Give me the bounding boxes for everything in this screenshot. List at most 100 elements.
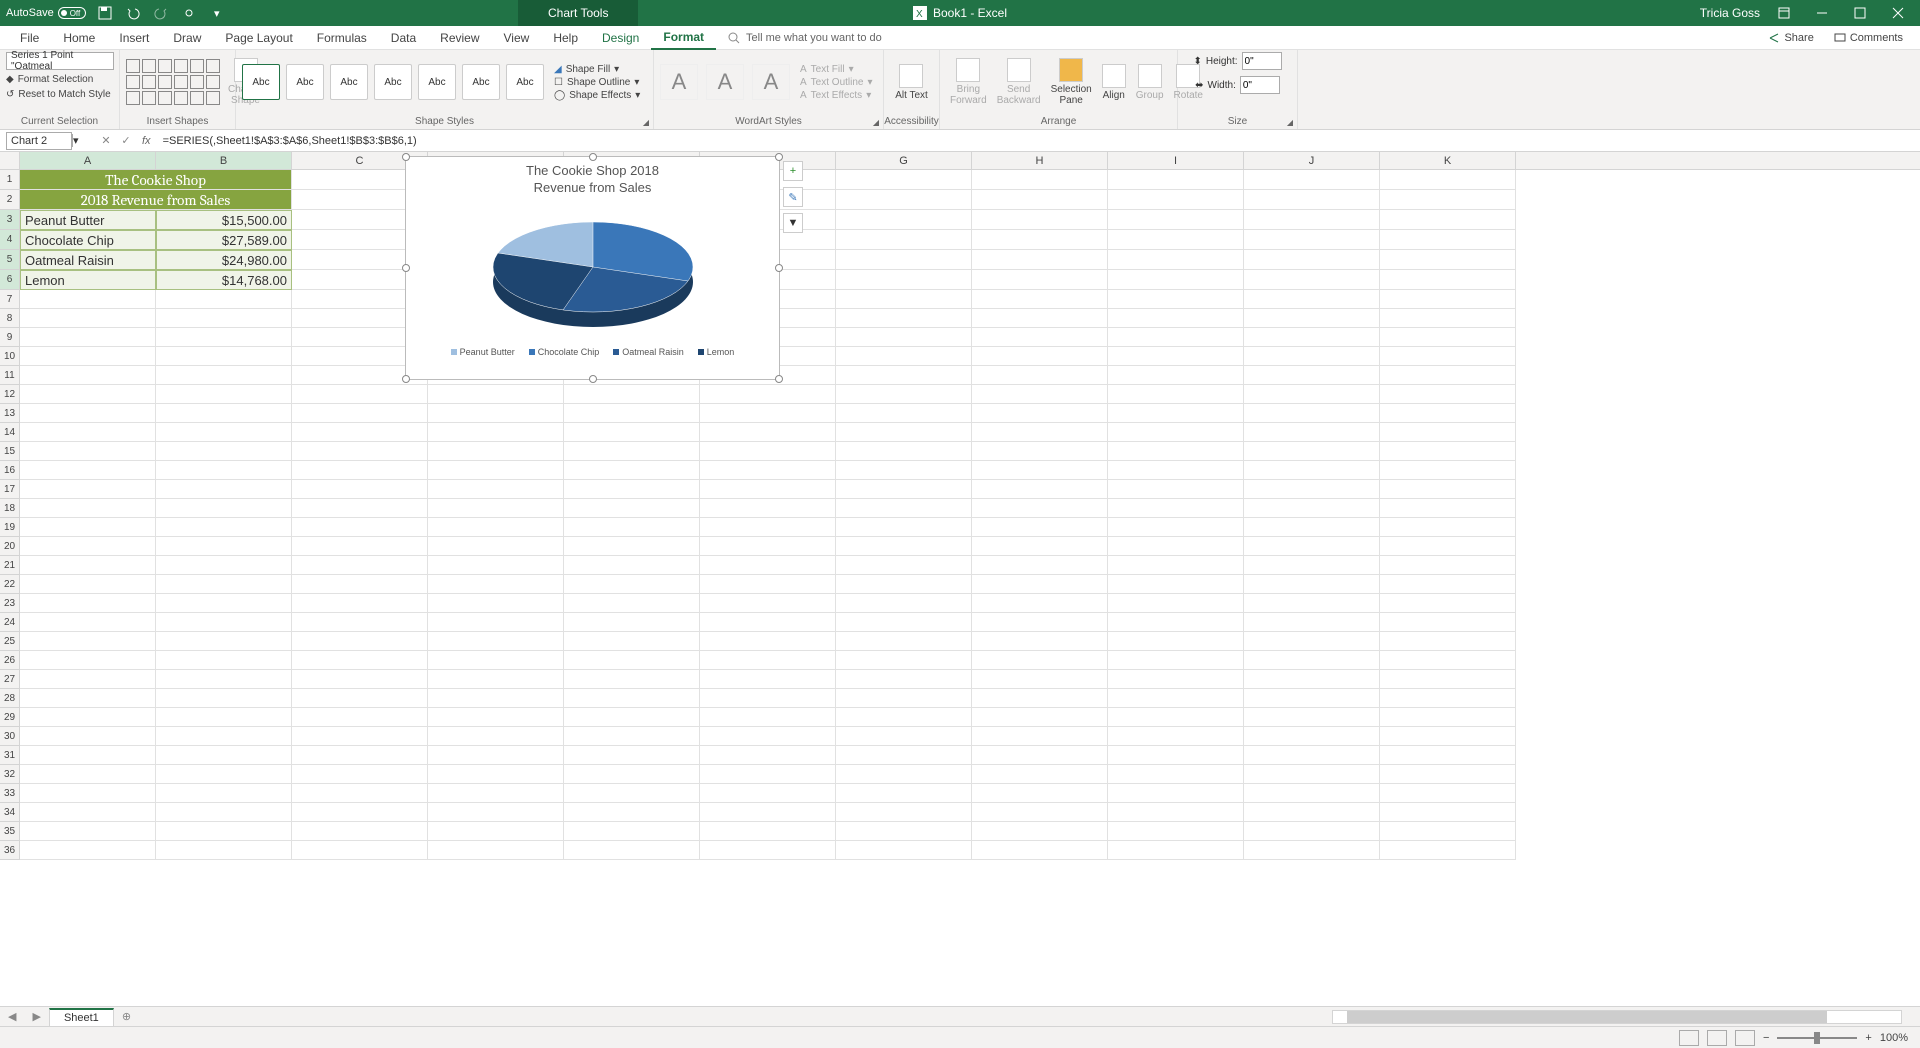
cell[interactable] xyxy=(972,309,1108,328)
chart-elements-button[interactable]: + xyxy=(783,161,803,181)
cell[interactable] xyxy=(1108,366,1244,385)
cell[interactable] xyxy=(1108,461,1244,480)
minimize-icon[interactable] xyxy=(1808,0,1836,26)
cell[interactable] xyxy=(156,765,292,784)
cell[interactable] xyxy=(20,423,156,442)
cell[interactable] xyxy=(292,461,428,480)
format-selection-button[interactable]: ◆Format Selection xyxy=(6,74,93,85)
cell[interactable] xyxy=(1108,651,1244,670)
row-header[interactable]: 25 xyxy=(0,632,20,651)
cell[interactable] xyxy=(1108,613,1244,632)
cell[interactable] xyxy=(836,461,972,480)
cell[interactable] xyxy=(564,651,700,670)
cell[interactable] xyxy=(156,841,292,860)
qat-customize-icon[interactable]: ▾ xyxy=(208,4,226,22)
cell[interactable] xyxy=(292,727,428,746)
cell[interactable] xyxy=(428,480,564,499)
cell[interactable] xyxy=(292,670,428,689)
cell[interactable] xyxy=(1244,765,1380,784)
row-header[interactable]: 6 xyxy=(0,270,20,290)
cell[interactable] xyxy=(20,708,156,727)
cell[interactable] xyxy=(1244,575,1380,594)
cell[interactable] xyxy=(428,651,564,670)
zoom-slider[interactable] xyxy=(1777,1037,1857,1039)
height-input-row[interactable]: ⬍Height: xyxy=(1193,52,1281,70)
cell[interactable] xyxy=(564,670,700,689)
cell[interactable] xyxy=(564,784,700,803)
cell[interactable] xyxy=(20,518,156,537)
cell[interactable] xyxy=(156,290,292,309)
cell[interactable] xyxy=(1244,613,1380,632)
cell[interactable] xyxy=(20,556,156,575)
share-button[interactable]: Share xyxy=(1761,29,1820,47)
cell[interactable] xyxy=(156,632,292,651)
cell[interactable] xyxy=(292,708,428,727)
shape-fill-button[interactable]: ◢Shape Fill ▾ xyxy=(554,64,640,75)
cell[interactable] xyxy=(1244,423,1380,442)
cell[interactable] xyxy=(836,537,972,556)
name-box-dropdown[interactable]: ▾ xyxy=(72,134,86,147)
cell[interactable] xyxy=(156,803,292,822)
row-header[interactable]: 17 xyxy=(0,480,20,499)
cell[interactable] xyxy=(1108,290,1244,309)
cell[interactable] xyxy=(20,746,156,765)
cell[interactable] xyxy=(1380,518,1516,537)
row-header[interactable]: 3 xyxy=(0,210,20,230)
cell[interactable] xyxy=(700,746,836,765)
cell[interactable] xyxy=(20,803,156,822)
tab-view[interactable]: View xyxy=(492,26,542,50)
cell[interactable] xyxy=(292,746,428,765)
cell[interactable] xyxy=(156,727,292,746)
cell[interactable] xyxy=(292,518,428,537)
cell[interactable] xyxy=(20,689,156,708)
cell[interactable] xyxy=(1380,347,1516,366)
cell[interactable] xyxy=(972,385,1108,404)
cell[interactable] xyxy=(428,575,564,594)
cell[interactable] xyxy=(156,461,292,480)
touch-mode-icon[interactable] xyxy=(180,4,198,22)
cell[interactable] xyxy=(1108,309,1244,328)
cell[interactable] xyxy=(1380,803,1516,822)
maximize-icon[interactable] xyxy=(1846,0,1874,26)
row-header[interactable]: 5 xyxy=(0,250,20,270)
cell[interactable] xyxy=(564,594,700,613)
cell[interactable] xyxy=(836,670,972,689)
cell[interactable] xyxy=(836,651,972,670)
cell[interactable]: Peanut Butter xyxy=(20,210,156,230)
cell[interactable] xyxy=(1244,347,1380,366)
cell[interactable] xyxy=(836,689,972,708)
cell[interactable]: Oatmeal Raisin xyxy=(20,250,156,270)
cell[interactable] xyxy=(156,442,292,461)
chart-object[interactable]: The Cookie Shop 2018 Revenue from Sales xyxy=(405,156,780,380)
cell[interactable] xyxy=(156,746,292,765)
cell[interactable] xyxy=(428,784,564,803)
select-all-corner[interactable] xyxy=(0,152,20,169)
cell[interactable] xyxy=(836,803,972,822)
cell[interactable] xyxy=(700,784,836,803)
col-header[interactable]: G xyxy=(836,152,972,169)
cell[interactable] xyxy=(156,347,292,366)
cell[interactable] xyxy=(1108,594,1244,613)
cell[interactable] xyxy=(564,461,700,480)
row-header[interactable]: 13 xyxy=(0,404,20,423)
cell[interactable] xyxy=(1108,822,1244,841)
cell[interactable] xyxy=(292,556,428,575)
row-header[interactable]: 9 xyxy=(0,328,20,347)
cell[interactable] xyxy=(1244,594,1380,613)
row-header[interactable]: 10 xyxy=(0,347,20,366)
cell[interactable] xyxy=(836,632,972,651)
cell[interactable] xyxy=(428,442,564,461)
cell[interactable] xyxy=(156,423,292,442)
cell[interactable] xyxy=(972,613,1108,632)
cell[interactable] xyxy=(972,328,1108,347)
cell[interactable] xyxy=(428,537,564,556)
shape-outline-button[interactable]: ☐Shape Outline ▾ xyxy=(554,77,640,88)
user-name[interactable]: Tricia Goss xyxy=(1700,6,1760,20)
cell[interactable] xyxy=(700,499,836,518)
cell[interactable] xyxy=(972,290,1108,309)
ribbon-display-icon[interactable] xyxy=(1770,0,1798,26)
cell[interactable] xyxy=(1244,290,1380,309)
height-input[interactable] xyxy=(1242,52,1282,70)
cell[interactable] xyxy=(1108,708,1244,727)
cell[interactable] xyxy=(700,689,836,708)
